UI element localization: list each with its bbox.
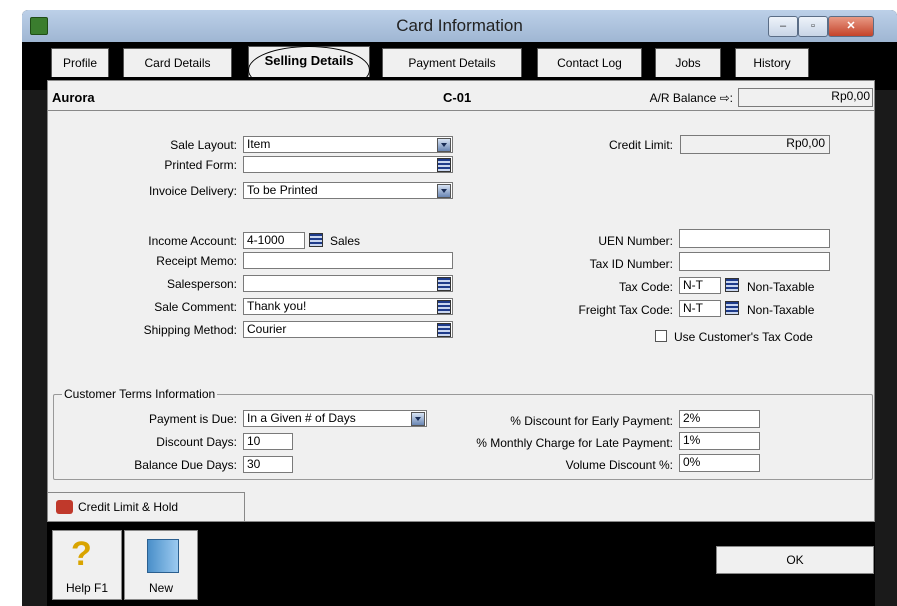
sale-comment-value: Thank you!: [247, 299, 307, 313]
tax-code-description: Non-Taxable: [747, 280, 815, 294]
tab-contact-log[interactable]: Contact Log: [537, 48, 642, 77]
invoice-delivery-value: To be Printed: [247, 183, 318, 197]
new-button[interactable]: New: [124, 530, 198, 600]
new-card-icon: [147, 539, 179, 573]
list-lookup-icon[interactable]: [437, 277, 451, 291]
invoice-delivery-select[interactable]: To be Printed: [243, 182, 453, 199]
shipping-method-value: Courier: [247, 322, 287, 336]
tab-selling-details[interactable]: Selling Details: [248, 46, 370, 77]
list-lookup-icon[interactable]: [725, 278, 739, 292]
help-button[interactable]: ? Help F1: [52, 530, 122, 600]
shipping-method-field[interactable]: Courier: [243, 321, 453, 338]
list-lookup-icon[interactable]: [725, 301, 739, 315]
printed-form-label: Printed Form:: [164, 158, 237, 172]
early-payment-discount-field[interactable]: 2%: [679, 410, 760, 428]
ar-balance-field: Rp0,00: [738, 88, 873, 107]
sale-layout-value: Item: [247, 137, 271, 151]
list-lookup-icon[interactable]: [437, 300, 451, 314]
credit-limit-hold-button[interactable]: Credit Limit & Hold: [47, 492, 245, 522]
tax-id-number-field[interactable]: [679, 252, 830, 271]
income-account-field[interactable]: 4-1000: [243, 232, 305, 249]
tax-code-label: Tax Code:: [618, 280, 673, 294]
freight-tax-code-field[interactable]: N-T: [679, 300, 721, 317]
sale-comment-field[interactable]: Thank you!: [243, 298, 453, 315]
sale-comment-label: Sale Comment:: [154, 300, 237, 314]
window-title: Card Information: [396, 16, 523, 35]
tab-profile[interactable]: Profile: [51, 48, 109, 77]
help-label: Help F1: [65, 581, 109, 595]
freight-tax-code-description: Non-Taxable: [747, 303, 815, 317]
tax-code-field[interactable]: N-T: [679, 277, 721, 294]
salesperson-field[interactable]: [243, 275, 453, 292]
salesperson-label: Salesperson:: [166, 277, 237, 291]
help-icon: ?: [71, 535, 92, 573]
card-name: Aurora: [52, 90, 95, 105]
late-payment-charge-label: % Monthly Charge for Late Payment:: [476, 436, 673, 450]
use-customer-tax-code-checkbox[interactable]: [655, 330, 667, 342]
title-bar: Card Information – ▫ ✕: [22, 10, 897, 42]
close-button[interactable]: ✕: [828, 16, 874, 37]
early-payment-discount-label: % Discount for Early Payment:: [510, 414, 673, 428]
tab-jobs[interactable]: Jobs: [655, 48, 721, 77]
invoice-delivery-label: Invoice Delivery:: [148, 184, 237, 198]
tab-history[interactable]: History: [735, 48, 809, 77]
maximize-button[interactable]: ▫: [798, 16, 828, 37]
new-label: New: [148, 581, 173, 595]
credit-limit-hold-label: Credit Limit & Hold: [78, 500, 179, 514]
dropdown-arrow-icon[interactable]: [437, 138, 451, 152]
volume-discount-label: Volume Discount %:: [565, 458, 673, 472]
use-customer-tax-code-label[interactable]: Use Customer's Tax Code: [674, 330, 813, 344]
credit-limit-field: Rp0,00: [680, 135, 830, 154]
minimize-button[interactable]: –: [768, 16, 798, 37]
sale-layout-select[interactable]: Item: [243, 136, 453, 153]
payment-due-select[interactable]: In a Given # of Days: [243, 410, 427, 427]
payment-due-label: Payment is Due:: [148, 412, 237, 426]
income-account-name: Sales: [330, 234, 361, 248]
shipping-method-label: Shipping Method:: [143, 323, 237, 337]
tab-payment-details[interactable]: Payment Details: [382, 48, 522, 77]
freight-tax-code-label: Freight Tax Code:: [578, 303, 674, 317]
receipt-memo-label: Receipt Memo:: [156, 254, 237, 268]
uen-number-label: UEN Number:: [598, 234, 673, 248]
customer-terms-title: Customer Terms Information: [62, 387, 218, 401]
tab-card-details[interactable]: Card Details: [123, 48, 232, 77]
card-id: C-01: [443, 90, 472, 105]
hold-icon: [56, 500, 73, 514]
credit-limit-label: Credit Limit:: [608, 138, 673, 152]
dropdown-arrow-icon[interactable]: [437, 184, 451, 198]
payment-due-value: In a Given # of Days: [247, 411, 356, 425]
list-lookup-icon[interactable]: [309, 233, 323, 247]
printed-form-field[interactable]: [243, 156, 453, 173]
discount-days-field[interactable]: 10: [243, 433, 293, 450]
list-lookup-icon[interactable]: [437, 158, 451, 172]
list-lookup-icon[interactable]: [437, 323, 451, 337]
discount-days-label: Discount Days:: [156, 435, 237, 449]
late-payment-charge-field[interactable]: 1%: [679, 432, 760, 450]
sale-layout-label: Sale Layout:: [170, 138, 237, 152]
ar-balance-label: A/R Balance ⇨:: [649, 91, 733, 105]
uen-number-field[interactable]: [679, 229, 830, 248]
balance-due-days-field[interactable]: 30: [243, 456, 293, 473]
ok-button[interactable]: OK: [716, 546, 874, 574]
dropdown-arrow-icon[interactable]: [411, 412, 425, 426]
tax-id-number-label: Tax ID Number:: [589, 257, 673, 271]
volume-discount-field[interactable]: 0%: [679, 454, 760, 472]
income-account-label: Income Account:: [148, 234, 237, 248]
receipt-memo-field[interactable]: [243, 252, 453, 269]
balance-due-days-label: Balance Due Days:: [134, 458, 237, 472]
